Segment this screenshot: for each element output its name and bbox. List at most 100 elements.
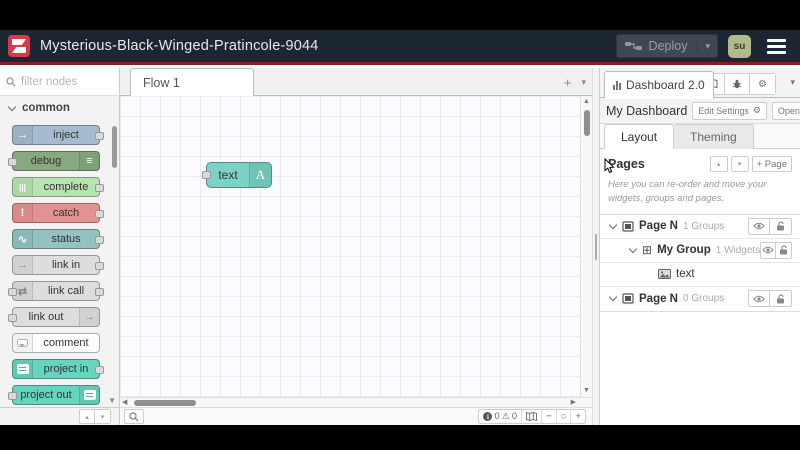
sidebar-menu-caret[interactable]: ▾ (790, 77, 795, 88)
palette-footer: ▴ ▾ (0, 407, 119, 425)
image-icon (658, 269, 671, 280)
scroll-up-icon[interactable]: ▲ (583, 96, 590, 108)
palette-collapse-all-button[interactable]: ▴ (80, 410, 95, 423)
link-out-icon: → (79, 308, 99, 326)
toggle-visibility-button[interactable] (749, 291, 770, 307)
toggle-lock-button[interactable] (770, 218, 791, 234)
zoom-reset-button[interactable]: ○ (557, 410, 572, 423)
flow-tab-bar: Flow 1 + ▾ (120, 68, 592, 96)
comment-bubble-icon (13, 334, 33, 352)
palette-scroll-down-icon[interactable]: ▼ (108, 396, 116, 405)
palette-category-common[interactable]: common (0, 96, 119, 120)
group-table-icon: ⊞ (642, 243, 653, 258)
move-page-down-button[interactable]: ▾ (730, 156, 749, 172)
flow-list-caret[interactable]: ▾ (581, 77, 586, 88)
add-page-button[interactable]: + Page (751, 156, 792, 172)
palette-node-comment[interactable]: comment (12, 333, 100, 353)
toggle-visibility-button[interactable] (749, 218, 770, 234)
palette-node-debug[interactable]: debug ≡ (8, 151, 100, 171)
palette-node-project-in[interactable]: project in (12, 359, 104, 379)
tree-row-my-group[interactable]: ⊞ My Group 1 Widgets (600, 238, 800, 263)
text-widget-icon: A (249, 163, 271, 187)
scroll-down-icon[interactable]: ▼ (583, 385, 590, 397)
main-menu-button[interactable] (761, 35, 792, 58)
palette-node-inject[interactable]: → inject (12, 125, 104, 145)
flow-node-text[interactable]: text A (202, 162, 272, 188)
input-port (8, 314, 17, 322)
bug-icon (732, 79, 742, 89)
horizontal-scroll-thumb[interactable] (134, 400, 196, 406)
toggle-lock-button[interactable] (770, 291, 791, 307)
search-icon (6, 76, 16, 86)
scroll-right-icon[interactable]: ▶ (571, 398, 576, 408)
chevron-down-icon (628, 244, 638, 253)
move-page-up-button[interactable]: ▴ (709, 156, 728, 172)
palette-node-complete[interactable]: ||| complete (12, 177, 104, 197)
pages-help-text: Here you can re-order and move your widg… (608, 179, 767, 204)
node-red-logo-icon (8, 35, 30, 57)
eye-icon (753, 222, 765, 230)
node-red-editor: Mysterious-Black-Winged-Pratincole-9044 … (0, 0, 800, 450)
flow-canvas[interactable]: text A ▲ ▼ (120, 96, 592, 397)
canvas-vertical-scrollbar[interactable]: ▲ ▼ (580, 96, 592, 397)
tree-row-page-1[interactable]: Page N 1 Groups (600, 214, 800, 239)
zoom-out-button[interactable]: − (542, 410, 557, 423)
gear-icon: ⚙ (752, 105, 761, 115)
inject-icon: → (13, 126, 33, 144)
output-port (95, 366, 104, 374)
open-dashboard-button[interactable]: Open Dashboard (771, 101, 800, 120)
edit-settings-button[interactable]: Edit Settings ⚙ (692, 101, 767, 120)
pages-heading: Pages (608, 157, 645, 171)
zoom-in-button[interactable]: + (571, 410, 585, 423)
layout-tree: Page N 1 Groups ⊞ My Group 1 Widgets tex… (600, 213, 800, 312)
filter-nodes-input[interactable] (21, 75, 105, 88)
tab-theming[interactable]: Theming (674, 124, 754, 149)
vertical-scroll-thumb[interactable] (583, 110, 590, 136)
user-avatar[interactable]: su (728, 34, 751, 58)
add-flow-button[interactable]: + (564, 75, 572, 90)
status-pulse-icon: ∿ (13, 230, 33, 248)
deploy-nodes-icon (617, 40, 645, 52)
deploy-button[interactable]: Deploy ▾ (615, 34, 718, 58)
palette-node-link-call[interactable]: ⇄ link call (8, 281, 104, 301)
tree-row-page-2[interactable]: Page N 0 Groups (600, 286, 800, 311)
palette-node-project-out[interactable]: project out (8, 385, 100, 405)
bar-chart-icon (613, 80, 621, 90)
gear-icon: ⚙ (758, 78, 767, 90)
search-flows-button[interactable] (124, 409, 144, 424)
sidebar-splitter[interactable] (592, 68, 600, 425)
tab-dashboard-2[interactable]: Dashboard 2.0 (604, 71, 714, 99)
scroll-left-icon[interactable]: ◀ (122, 398, 127, 408)
page-icon (622, 293, 634, 304)
toggle-lock-button[interactable] (776, 242, 791, 258)
tab-layout[interactable]: Layout (604, 124, 675, 149)
palette-node-status[interactable]: ∿ status (12, 229, 104, 249)
unlock-icon (777, 293, 784, 304)
debug-icon: ≡ (79, 152, 99, 170)
unlock-icon (777, 221, 784, 231)
link-in-icon: → (13, 256, 33, 274)
right-sidebar: Dashboard 2.0 i ⚙ ▾ My (600, 68, 800, 425)
toggle-visibility-button[interactable] (761, 242, 777, 258)
chevron-down-icon (7, 102, 17, 111)
canvas-horizontal-scrollbar[interactable]: ◀ ▶ (120, 397, 592, 407)
input-port (8, 392, 17, 400)
sidebar-tab-bar: Dashboard 2.0 i ⚙ ▾ (600, 68, 800, 99)
settings-tab-button[interactable]: ⚙ (750, 74, 775, 94)
palette-scrollbar[interactable] (112, 126, 117, 168)
tree-row-text-widget[interactable]: text (600, 262, 800, 287)
palette-expand-all-button[interactable]: ▾ (95, 410, 110, 423)
layout-theming-tabs: Layout Theming (600, 124, 800, 149)
tab-flow-1[interactable]: Flow 1 (130, 68, 254, 96)
palette-node-link-in[interactable]: → link in (12, 255, 104, 275)
eye-icon (762, 246, 774, 254)
palette-node-link-out[interactable]: link out → (8, 307, 100, 327)
palette-node-catch[interactable]: ! catch (12, 203, 104, 223)
debug-tab-button[interactable] (725, 74, 750, 94)
input-port (202, 171, 211, 179)
catch-icon: ! (13, 204, 33, 222)
notifications-counter[interactable]: i 0 ⚠ 0 (479, 410, 523, 423)
palette-node-list: → inject debug ≡ ||| complete ! catch ∿ … (0, 120, 119, 407)
deploy-options-caret[interactable]: ▾ (697, 40, 717, 52)
navigator-button[interactable] (522, 410, 543, 423)
